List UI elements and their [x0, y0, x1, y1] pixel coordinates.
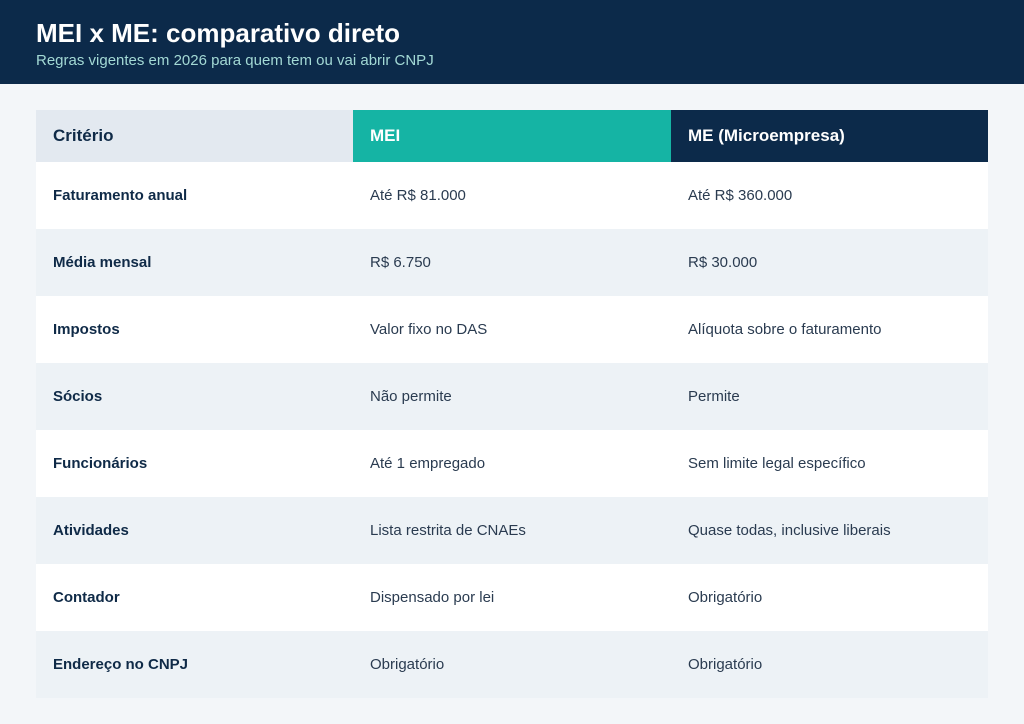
table-row: Impostos Valor fixo no DAS Alíquota sobr…: [36, 296, 988, 363]
page-title: MEI x ME: comparativo direto: [36, 18, 401, 48]
row-criterion: Média mensal: [53, 254, 152, 271]
table-row: Média mensal R$ 6.750 R$ 30.000: [36, 229, 988, 296]
me-value: Permite: [688, 388, 740, 405]
mei-value: Até 1 empregado: [370, 455, 486, 472]
me-value: Até R$ 360.000: [688, 187, 793, 204]
page-subtitle: Regras vigentes em 2026 para quem tem ou…: [36, 52, 434, 69]
row-criterion: Atividades: [53, 522, 129, 539]
row-criterion: Endereço no CNPJ: [53, 656, 189, 673]
mei-value: Obrigatório: [370, 656, 445, 673]
me-value: Quase todas, inclusive liberais: [688, 522, 891, 539]
me-value: Alíquota sobre o faturamento: [688, 321, 882, 338]
table-header-row: Critério MEI ME (Microempresa): [36, 110, 988, 162]
mei-value: Lista restrita de CNAEs: [370, 522, 526, 539]
table-row: Atividades Lista restrita de CNAEs Quase…: [36, 497, 988, 564]
column-header-criterio: Critério: [36, 110, 353, 162]
comparison-table: Critério MEI ME (Microempresa) Faturamen…: [36, 110, 988, 698]
mei-value: Valor fixo no DAS: [370, 321, 488, 338]
row-criterion: Contador: [53, 589, 120, 606]
table-row: Faturamento anual Até R$ 81.000 Até R$ 3…: [36, 162, 988, 229]
me-value: Obrigatório: [688, 589, 763, 606]
table-row: Funcionários Até 1 empregado Sem limite …: [36, 430, 988, 497]
me-value: R$ 30.000: [688, 254, 758, 271]
row-criterion: Faturamento anual: [53, 187, 188, 204]
column-header-me: ME (Microempresa): [671, 110, 988, 162]
me-value: Sem limite legal específico: [688, 455, 866, 472]
mei-value: Dispensado por lei: [370, 589, 495, 606]
me-value: Obrigatório: [688, 656, 763, 673]
mei-value: Não permite: [370, 388, 452, 405]
table-row: Sócios Não permite Permite: [36, 363, 988, 430]
mei-value: R$ 6.750: [370, 254, 431, 271]
column-header-mei: MEI: [353, 110, 671, 162]
table-row: Contador Dispensado por lei Obrigatório: [36, 564, 988, 631]
table-row: Endereço no CNPJ Obrigatório Obrigatório: [36, 631, 988, 698]
row-criterion: Funcionários: [53, 455, 148, 472]
page-header: MEI x ME: comparativo direto Regras vige…: [0, 0, 1024, 84]
row-criterion: Sócios: [53, 388, 103, 405]
row-criterion: Impostos: [53, 321, 120, 338]
mei-value: Até R$ 81.000: [370, 187, 466, 204]
